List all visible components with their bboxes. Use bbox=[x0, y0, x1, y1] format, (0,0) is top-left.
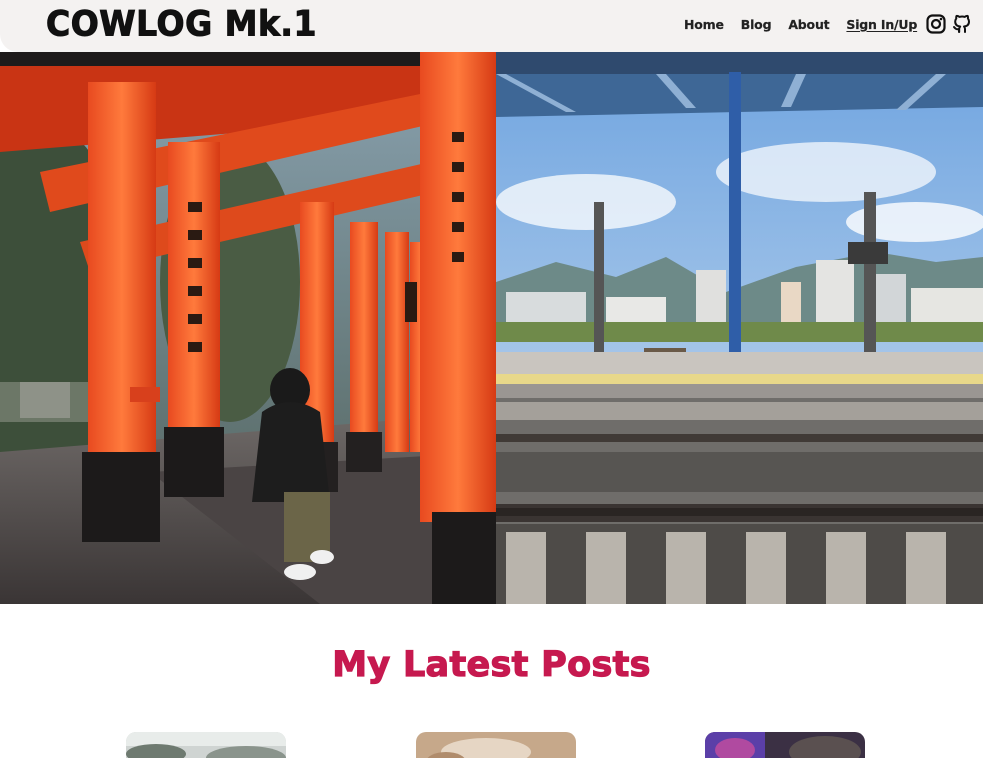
nav-about-link[interactable]: About bbox=[788, 17, 829, 32]
site-header: COWLOG Mk.1 Home Blog About Sign In/Up bbox=[0, 0, 983, 52]
torii-gates-photo bbox=[0, 52, 496, 604]
nav-home-link[interactable]: Home bbox=[684, 17, 724, 32]
post-thumbnail[interactable] bbox=[126, 732, 286, 758]
post-thumbnail[interactable] bbox=[705, 732, 865, 758]
post-thumbnail[interactable] bbox=[416, 732, 576, 758]
train-station-photo bbox=[496, 52, 983, 604]
latest-posts-title: My Latest Posts bbox=[332, 644, 651, 685]
site-logo[interactable]: COWLOG Mk.1 bbox=[46, 3, 317, 45]
main-nav: Home Blog About Sign In/Up bbox=[684, 17, 918, 32]
instagram-icon[interactable] bbox=[925, 13, 947, 35]
nav-signin-link[interactable]: Sign In/Up bbox=[846, 17, 917, 32]
nav-blog-link[interactable]: Blog bbox=[741, 17, 772, 32]
hero-banner bbox=[0, 52, 983, 604]
github-icon[interactable] bbox=[951, 13, 973, 35]
social-links bbox=[925, 13, 973, 35]
